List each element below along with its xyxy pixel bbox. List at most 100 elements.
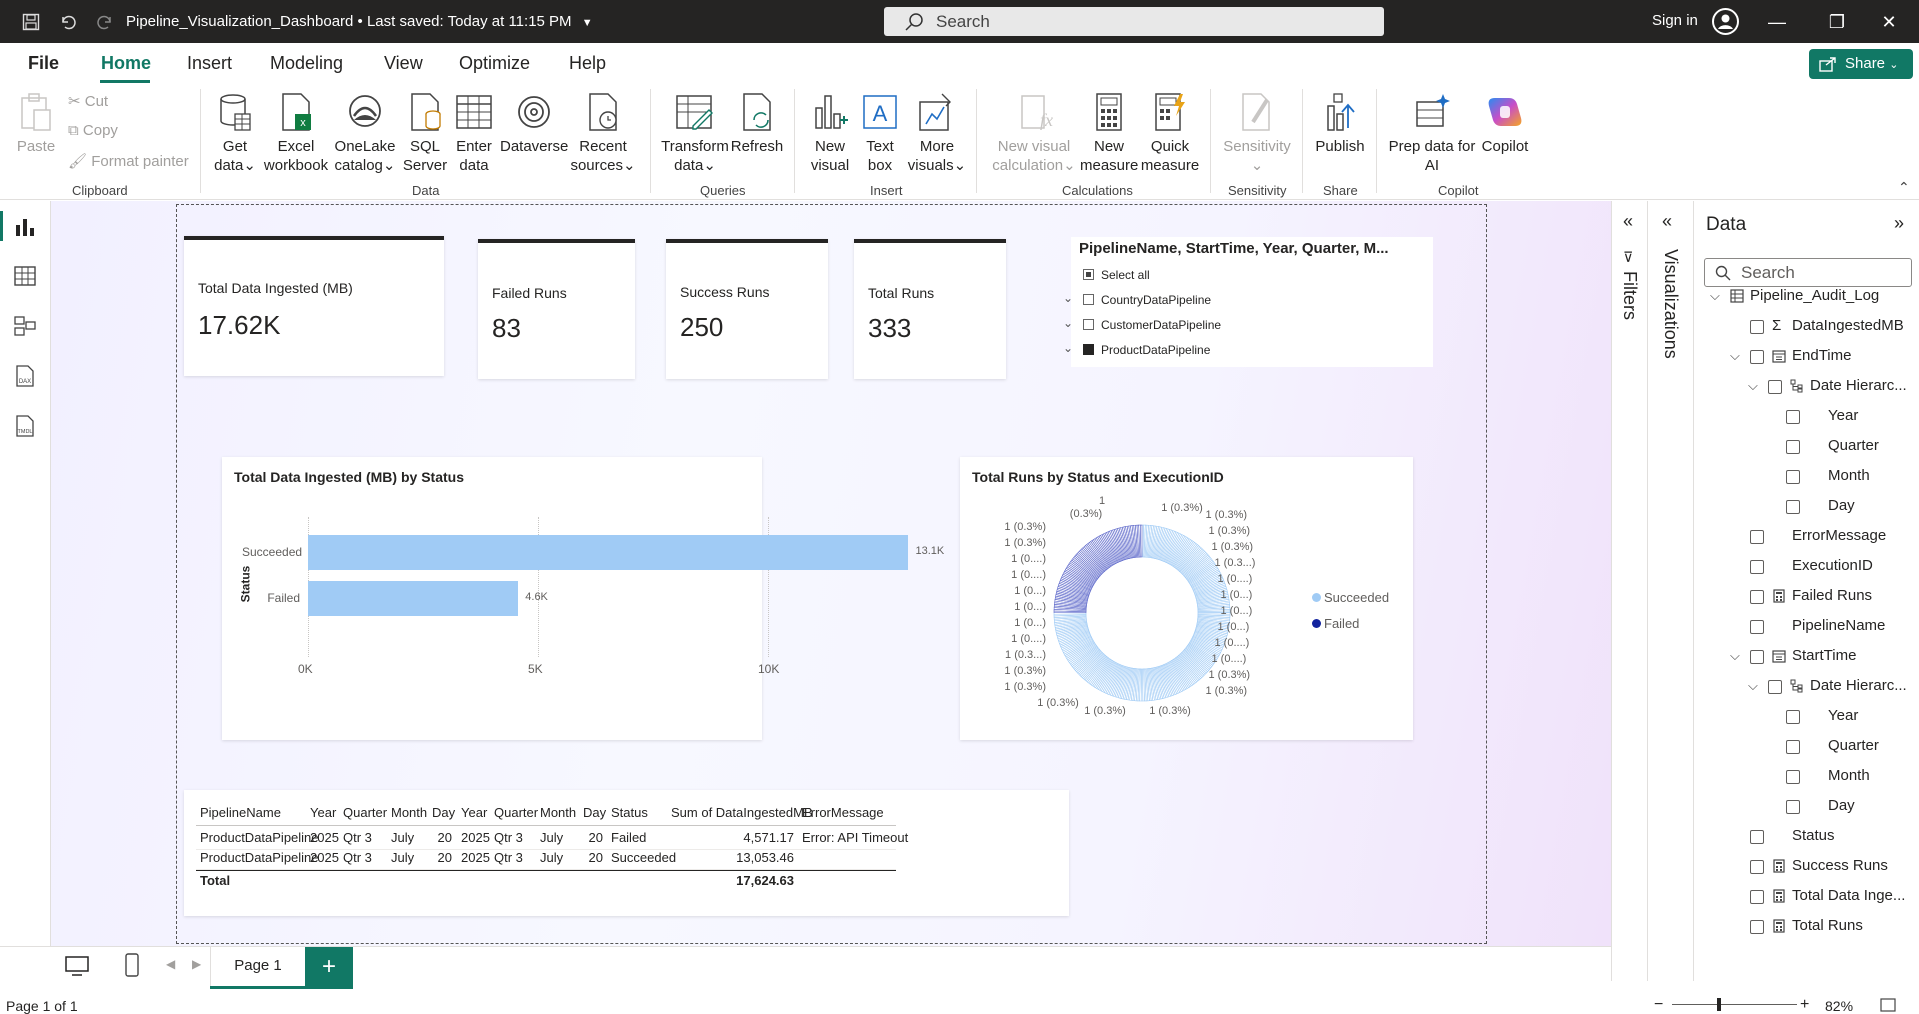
chevron-down-icon[interactable]: ⌵ xyxy=(1730,648,1740,664)
new-measure-button[interactable]: New measure xyxy=(1080,91,1138,175)
get-data-button[interactable]: Get data⌄ xyxy=(208,91,262,175)
previous-page-icon[interactable]: ◀ xyxy=(166,957,175,971)
minimize-icon[interactable]: — xyxy=(1762,9,1792,35)
tmdl-view-icon[interactable]: TMDL xyxy=(13,414,37,438)
search-box[interactable]: Search xyxy=(884,7,1384,36)
field-checkbox[interactable] xyxy=(1786,500,1800,514)
table-row[interactable]: ProductDataPipeline 2025 Qtr 3 July 20 2025 Qt… xyxy=(184,830,1069,850)
menu-home[interactable]: Home xyxy=(101,53,151,74)
document-title[interactable]: Pipeline_Visualization_Dashboard • Last … xyxy=(126,13,593,30)
field-checkbox[interactable] xyxy=(1786,410,1800,424)
chevron-down-icon[interactable]: ⌄ xyxy=(1063,341,1073,355)
field-checkbox[interactable] xyxy=(1786,800,1800,814)
column-header[interactable]: Quarter xyxy=(494,805,538,820)
share-button[interactable]: Share ⌄ xyxy=(1809,49,1913,79)
field-item[interactable]: Total Data Inge... xyxy=(1694,886,1919,910)
field-checkbox[interactable] xyxy=(1750,620,1764,634)
checkbox[interactable] xyxy=(1083,319,1094,330)
fit-to-page-icon[interactable] xyxy=(1880,998,1896,1012)
desktop-layout-icon[interactable] xyxy=(64,955,90,977)
avatar-icon[interactable] xyxy=(1712,8,1739,35)
onelake-catalog-button[interactable]: OneLake catalog⌄ xyxy=(332,91,398,175)
table-view-icon[interactable] xyxy=(13,264,37,288)
paste-button[interactable]: Paste xyxy=(14,91,58,156)
field-item[interactable]: Quarter xyxy=(1694,436,1919,460)
text-box-button[interactable]: A Text box xyxy=(858,91,902,175)
checkbox[interactable] xyxy=(1083,269,1094,280)
column-header[interactable]: Status xyxy=(611,805,648,820)
field-checkbox[interactable] xyxy=(1750,920,1764,934)
transform-data-button[interactable]: Transform data⌄ xyxy=(660,91,730,175)
column-header[interactable]: Day xyxy=(583,805,606,820)
column-header[interactable]: Year xyxy=(461,805,487,820)
legend-item-failed[interactable]: Failed xyxy=(1312,616,1359,631)
chevron-down-icon[interactable]: ⌄ xyxy=(1063,291,1073,305)
bar-chart-data-ingested-by-status[interactable]: Total Data Ingested (MB) by Status Statu… xyxy=(222,457,944,740)
menu-modeling[interactable]: Modeling xyxy=(270,53,343,74)
field-item[interactable]: Day xyxy=(1694,496,1919,520)
field-item[interactable]: Total Runs xyxy=(1694,916,1919,940)
copy-button[interactable]: ⧉ Copy xyxy=(68,122,118,139)
menu-insert[interactable]: Insert xyxy=(187,53,232,74)
page-tab-1[interactable]: Page 1 xyxy=(210,947,306,989)
column-header[interactable]: PipelineName xyxy=(200,805,281,820)
field-item[interactable]: ⌵ Pipeline_Audit_Log xyxy=(1694,286,1919,310)
donut-slice-failed[interactable] xyxy=(1140,524,1143,558)
model-view-icon[interactable] xyxy=(13,314,37,338)
column-header[interactable]: Year xyxy=(310,805,336,820)
field-item[interactable]: ⌵ Date Hierarc... xyxy=(1694,376,1919,400)
expand-visualizations-icon[interactable]: « xyxy=(1662,211,1672,232)
pipeline-slicer[interactable]: PipelineName, StartTime, Year, Quarter, … xyxy=(1063,237,1433,367)
chevron-down-icon[interactable]: ⌵ xyxy=(1730,348,1740,364)
mobile-layout-icon[interactable] xyxy=(124,953,140,977)
collapse-ribbon-icon[interactable]: ⌃ xyxy=(1898,179,1910,196)
kpi-card-success-runs[interactable]: Success Runs 250 xyxy=(666,239,828,379)
zoom-in-icon[interactable]: + xyxy=(1800,996,1809,1014)
chevron-down-icon[interactable]: ▼ xyxy=(582,17,593,29)
field-checkbox[interactable] xyxy=(1750,560,1764,574)
field-checkbox[interactable] xyxy=(1750,530,1764,544)
next-page-icon[interactable]: ▶ xyxy=(192,957,201,971)
field-item[interactable]: ⌵ Date Hierarc... xyxy=(1694,676,1919,700)
bar-failed[interactable] xyxy=(308,581,519,616)
close-icon[interactable]: ✕ xyxy=(1874,9,1904,35)
field-item[interactable]: Σ DataIngestedMB xyxy=(1694,316,1919,340)
filters-pane-collapsed[interactable]: « ⊽ Filters xyxy=(1611,201,1647,981)
field-checkbox[interactable] xyxy=(1786,710,1800,724)
table-row[interactable]: ProductDataPipeline 2025 Qtr 3 July 20 2025 Qt… xyxy=(184,850,1069,870)
field-item[interactable]: Month xyxy=(1694,766,1919,790)
field-checkbox[interactable] xyxy=(1750,890,1764,904)
dax-query-view-icon[interactable]: DAX xyxy=(13,364,37,388)
expand-filters-icon[interactable]: « xyxy=(1623,211,1633,232)
chevron-down-icon[interactable]: ⌄ xyxy=(1063,316,1073,330)
kpi-card-failed-runs[interactable]: Failed Runs 83 xyxy=(478,239,635,379)
field-checkbox[interactable] xyxy=(1750,830,1764,844)
menu-view[interactable]: View xyxy=(384,53,423,74)
prep-data-for-ai-button[interactable]: Prep data for AI xyxy=(1386,91,1478,175)
sql-server-button[interactable]: SQL Server xyxy=(400,91,450,175)
zoom-slider-handle[interactable] xyxy=(1717,998,1721,1011)
column-header[interactable]: ErrorMessage xyxy=(802,805,884,820)
details-table[interactable]: PipelineName Year Quarter Month Day Year Quart… xyxy=(184,790,1069,916)
field-item[interactable]: Success Runs xyxy=(1694,856,1919,880)
kpi-card-total-data-ingested[interactable]: Total Data Ingested (MB) 17.62K xyxy=(184,236,444,376)
more-visuals-button[interactable]: More visuals⌄ xyxy=(906,91,968,175)
field-item[interactable]: Quarter xyxy=(1694,736,1919,760)
checkbox[interactable] xyxy=(1083,294,1094,305)
chevron-down-icon[interactable]: ⌵ xyxy=(1748,678,1758,694)
redo-icon[interactable] xyxy=(92,9,118,35)
checkbox[interactable] xyxy=(1083,344,1094,355)
donut-chart-runs-by-status[interactable]: Total Runs by Status and ExecutionID 1 (… xyxy=(960,457,1413,740)
maximize-icon[interactable]: ❐ xyxy=(1822,9,1852,35)
field-checkbox[interactable] xyxy=(1750,320,1764,334)
field-checkbox[interactable] xyxy=(1786,440,1800,454)
field-checkbox[interactable] xyxy=(1786,740,1800,754)
zoom-level[interactable]: 82% xyxy=(1825,998,1853,1014)
column-header[interactable]: Sum of DataIngestedMB xyxy=(671,805,813,820)
kpi-card-total-runs[interactable]: Total Runs 333 xyxy=(854,239,1006,379)
recent-sources-button[interactable]: Recent sources⌄ xyxy=(570,91,636,175)
zoom-out-icon[interactable]: − xyxy=(1654,996,1663,1014)
refresh-button[interactable]: Refresh xyxy=(730,91,784,156)
menu-optimize[interactable]: Optimize xyxy=(459,53,530,74)
cut-button[interactable]: ✂ Cut xyxy=(68,92,108,110)
